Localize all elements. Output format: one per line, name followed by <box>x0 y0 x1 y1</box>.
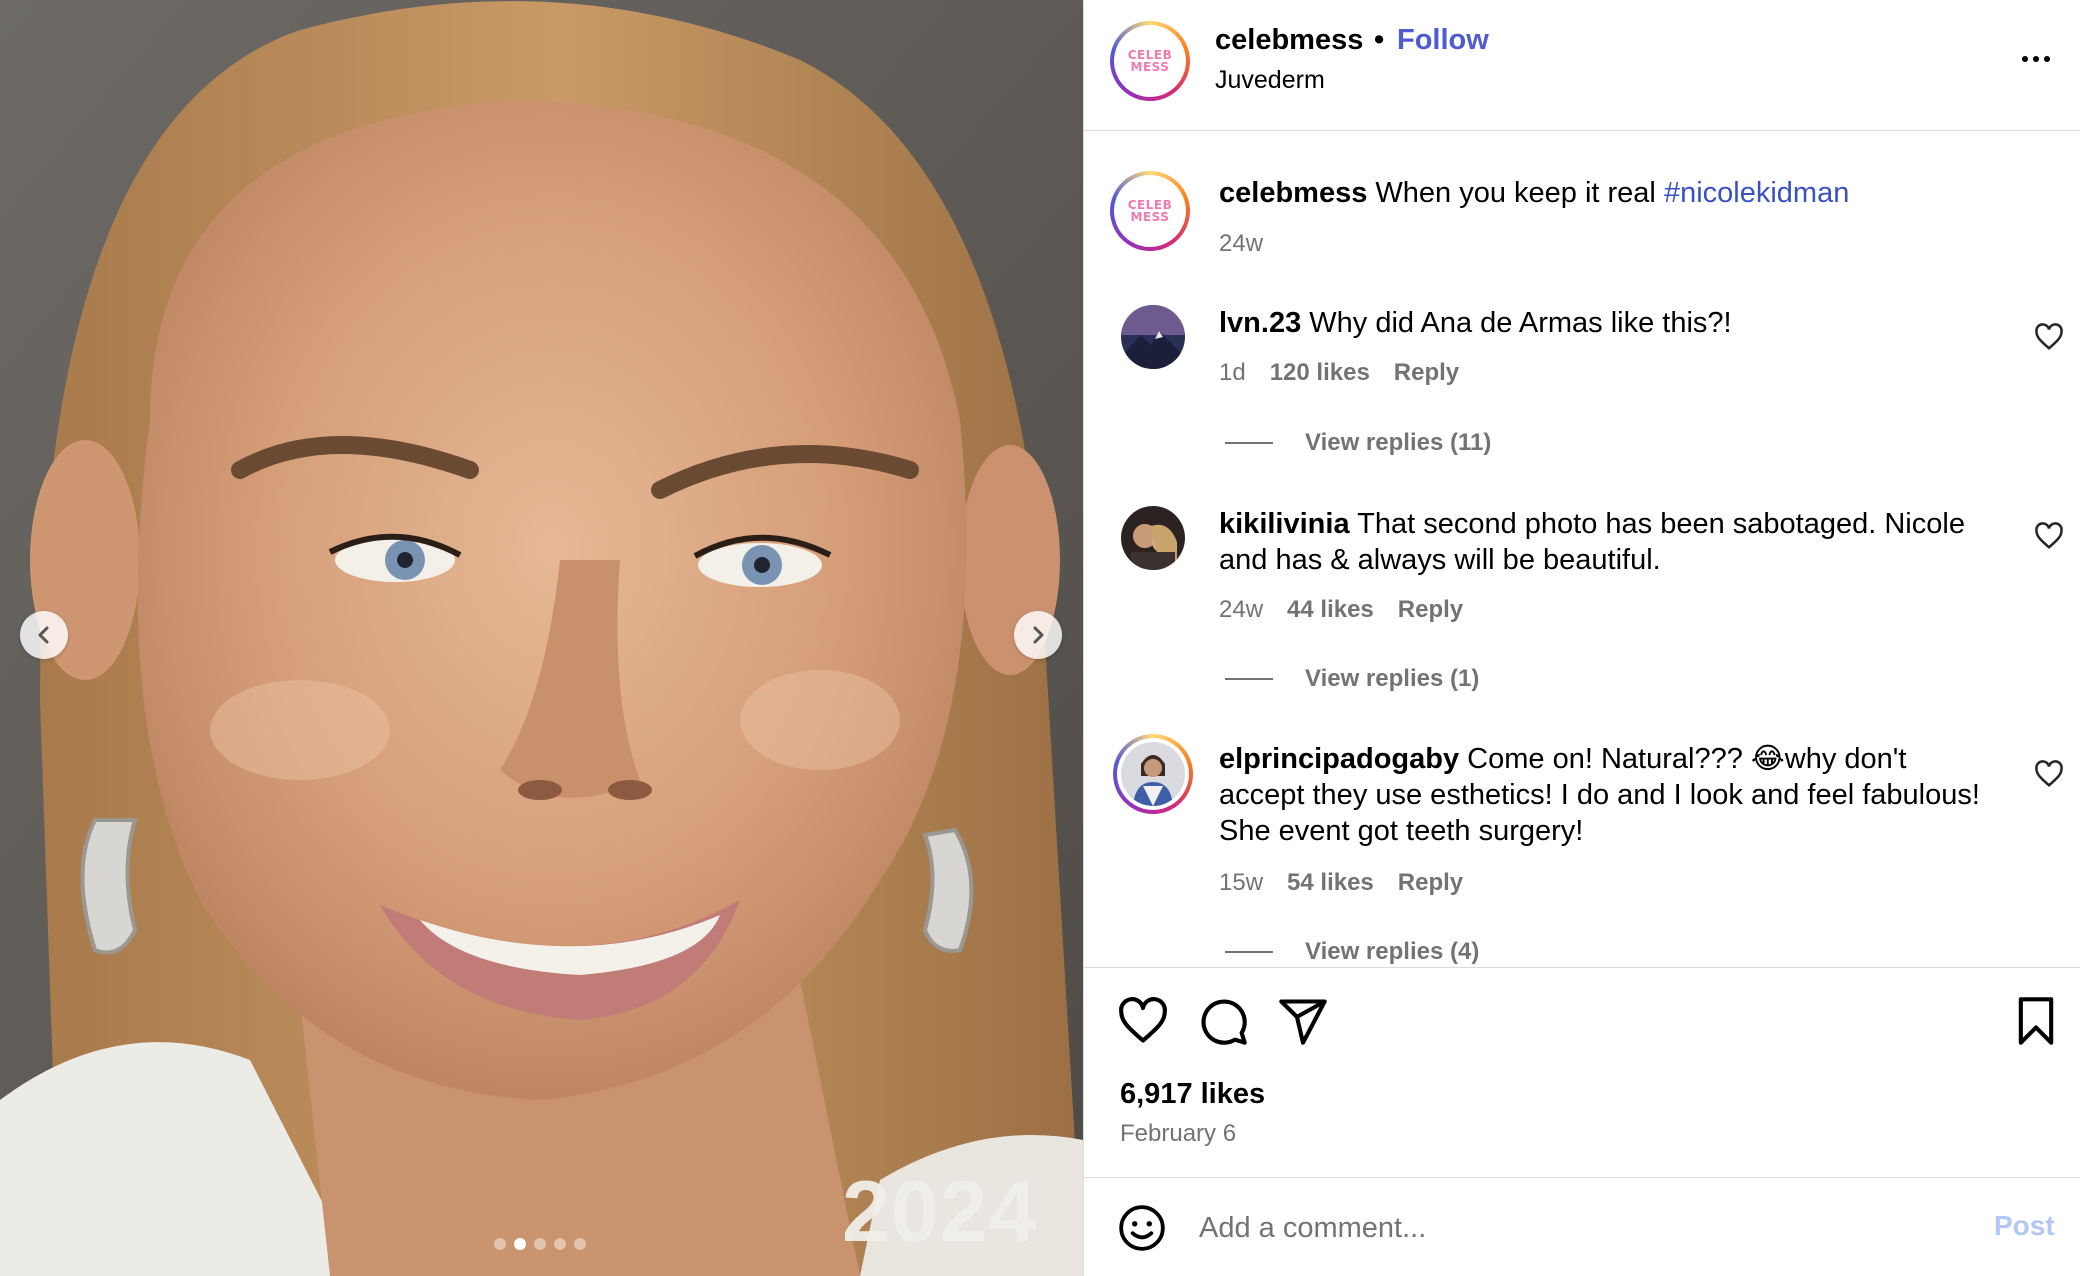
next-photo-button[interactable] <box>1014 611 1062 659</box>
post-comment-button[interactable]: Post <box>1994 1210 2055 1242</box>
comments-list[interactable]: CELEB MESS celebmess When you keep it re… <box>1084 131 2080 967</box>
post-date[interactable]: February 6 <box>1120 1120 1236 1148</box>
carousel-dot <box>554 1238 566 1250</box>
view-replies-label: View replies (1) <box>1305 665 1480 692</box>
more-dots-icon <box>2044 56 2050 62</box>
caption-username[interactable]: celebmess <box>1219 177 1367 209</box>
carousel-dot <box>574 1238 586 1250</box>
comment-composer: Post <box>1084 1177 2080 1276</box>
avatar-image <box>1121 506 1185 570</box>
post-photo <box>0 0 1083 1276</box>
view-replies-button[interactable]: View replies (1) <box>1225 665 1479 693</box>
header-separator: • <box>1374 24 1385 56</box>
post-location[interactable]: Juvederm <box>1215 66 1325 95</box>
replies-line <box>1225 678 1273 680</box>
commenter-avatar[interactable] <box>1121 305 1185 369</box>
photo-year-overlay: 2024 <box>842 1164 1038 1260</box>
comment-text: elprincipadogaby Come on! Natural??? 😂wh… <box>1219 741 1999 849</box>
more-dots-icon <box>2033 56 2039 62</box>
follow-button[interactable]: Follow <box>1397 24 1489 57</box>
comment-time[interactable]: 15w <box>1219 869 1263 897</box>
comment-text: lvn.23 Why did Ana de Armas like this?! <box>1219 305 1999 341</box>
avatar-image <box>1121 305 1185 369</box>
comment-likes[interactable]: 44 likes <box>1287 596 1374 624</box>
comment-likes[interactable]: 54 likes <box>1287 869 1374 897</box>
celebmess-logo: CELEB MESS <box>1118 179 1182 243</box>
comment-likes[interactable]: 120 likes <box>1270 359 1370 387</box>
comment-time[interactable]: 1d <box>1219 359 1246 387</box>
emoji-icon[interactable] <box>1117 1203 1167 1253</box>
comment-meta: 1d 120 likes Reply <box>1219 359 1459 387</box>
chevron-right-icon <box>1033 626 1044 644</box>
comment-input[interactable] <box>1199 1206 1939 1250</box>
comment-username[interactable]: kikilivinia <box>1219 508 1350 540</box>
celebmess-logo: CELEB MESS <box>1118 29 1182 93</box>
view-replies-button[interactable]: View replies (11) <box>1225 429 1491 457</box>
caption-hashtag[interactable]: #nicolekidman <box>1664 177 1849 209</box>
bookmark-icon[interactable] <box>2010 995 2062 1047</box>
caption-body: When you keep it real <box>1375 177 1656 209</box>
reply-button[interactable]: Reply <box>1398 869 1463 897</box>
comment-text: kikilivinia That second photo has been s… <box>1219 506 1999 578</box>
more-options-button[interactable] <box>2012 44 2060 74</box>
carousel-dots <box>494 1238 586 1250</box>
heart-icon[interactable] <box>1117 995 1169 1047</box>
share-icon[interactable] <box>1277 995 1329 1047</box>
comment-like-heart-icon[interactable] <box>2034 322 2064 352</box>
author-username[interactable]: celebmess <box>1215 24 1363 57</box>
carousel-dot <box>494 1238 506 1250</box>
view-replies-button[interactable]: View replies (4) <box>1225 938 1479 966</box>
comment-meta: 24w 44 likes Reply <box>1219 596 1463 624</box>
reply-button[interactable]: Reply <box>1398 596 1463 624</box>
carousel-dot-active <box>514 1238 526 1250</box>
avatar-image <box>1121 742 1185 806</box>
post-header: CELEB MESS celebmess • Follow Juvederm <box>1084 0 2080 131</box>
carousel-dot <box>534 1238 546 1250</box>
commenter-avatar[interactable] <box>1121 506 1185 570</box>
comment-meta: 15w 54 likes Reply <box>1219 869 1463 897</box>
reply-button[interactable]: Reply <box>1394 359 1459 387</box>
replies-line <box>1225 951 1273 953</box>
comment-username[interactable]: lvn.23 <box>1219 307 1301 339</box>
post-side-panel: CELEB MESS celebmess • Follow Juvederm C… <box>1083 0 2080 1276</box>
caption-avatar[interactable]: CELEB MESS <box>1110 171 1190 251</box>
chevron-left-icon <box>38 626 49 644</box>
logo-text-line2: MESS <box>1130 210 1170 224</box>
view-replies-label: View replies (4) <box>1305 938 1480 965</box>
caption-text: celebmess When you keep it real #nicolek… <box>1219 177 1849 210</box>
comment-like-heart-icon[interactable] <box>2034 759 2064 789</box>
comment-body: Why did Ana de Armas like this?! <box>1309 307 1732 339</box>
view-replies-label: View replies (11) <box>1305 429 1492 456</box>
logo-text-line2: MESS <box>1130 60 1170 74</box>
comment-time[interactable]: 24w <box>1219 596 1263 624</box>
previous-photo-button[interactable] <box>20 611 68 659</box>
post-actions: 6,917 likes February 6 <box>1084 967 2080 1177</box>
caption-time[interactable]: 24w <box>1219 230 1263 258</box>
comment-like-heart-icon[interactable] <box>2034 521 2064 551</box>
post-media[interactable]: 2024 <box>0 0 1083 1276</box>
comment-icon[interactable] <box>1197 995 1249 1047</box>
commenter-avatar-story[interactable] <box>1113 734 1193 814</box>
comment-username[interactable]: elprincipadogaby <box>1219 743 1459 775</box>
replies-line <box>1225 442 1273 444</box>
more-dots-icon <box>2022 56 2028 62</box>
author-avatar[interactable]: CELEB MESS <box>1110 21 1190 101</box>
likes-count[interactable]: 6,917 likes <box>1120 1078 1265 1111</box>
